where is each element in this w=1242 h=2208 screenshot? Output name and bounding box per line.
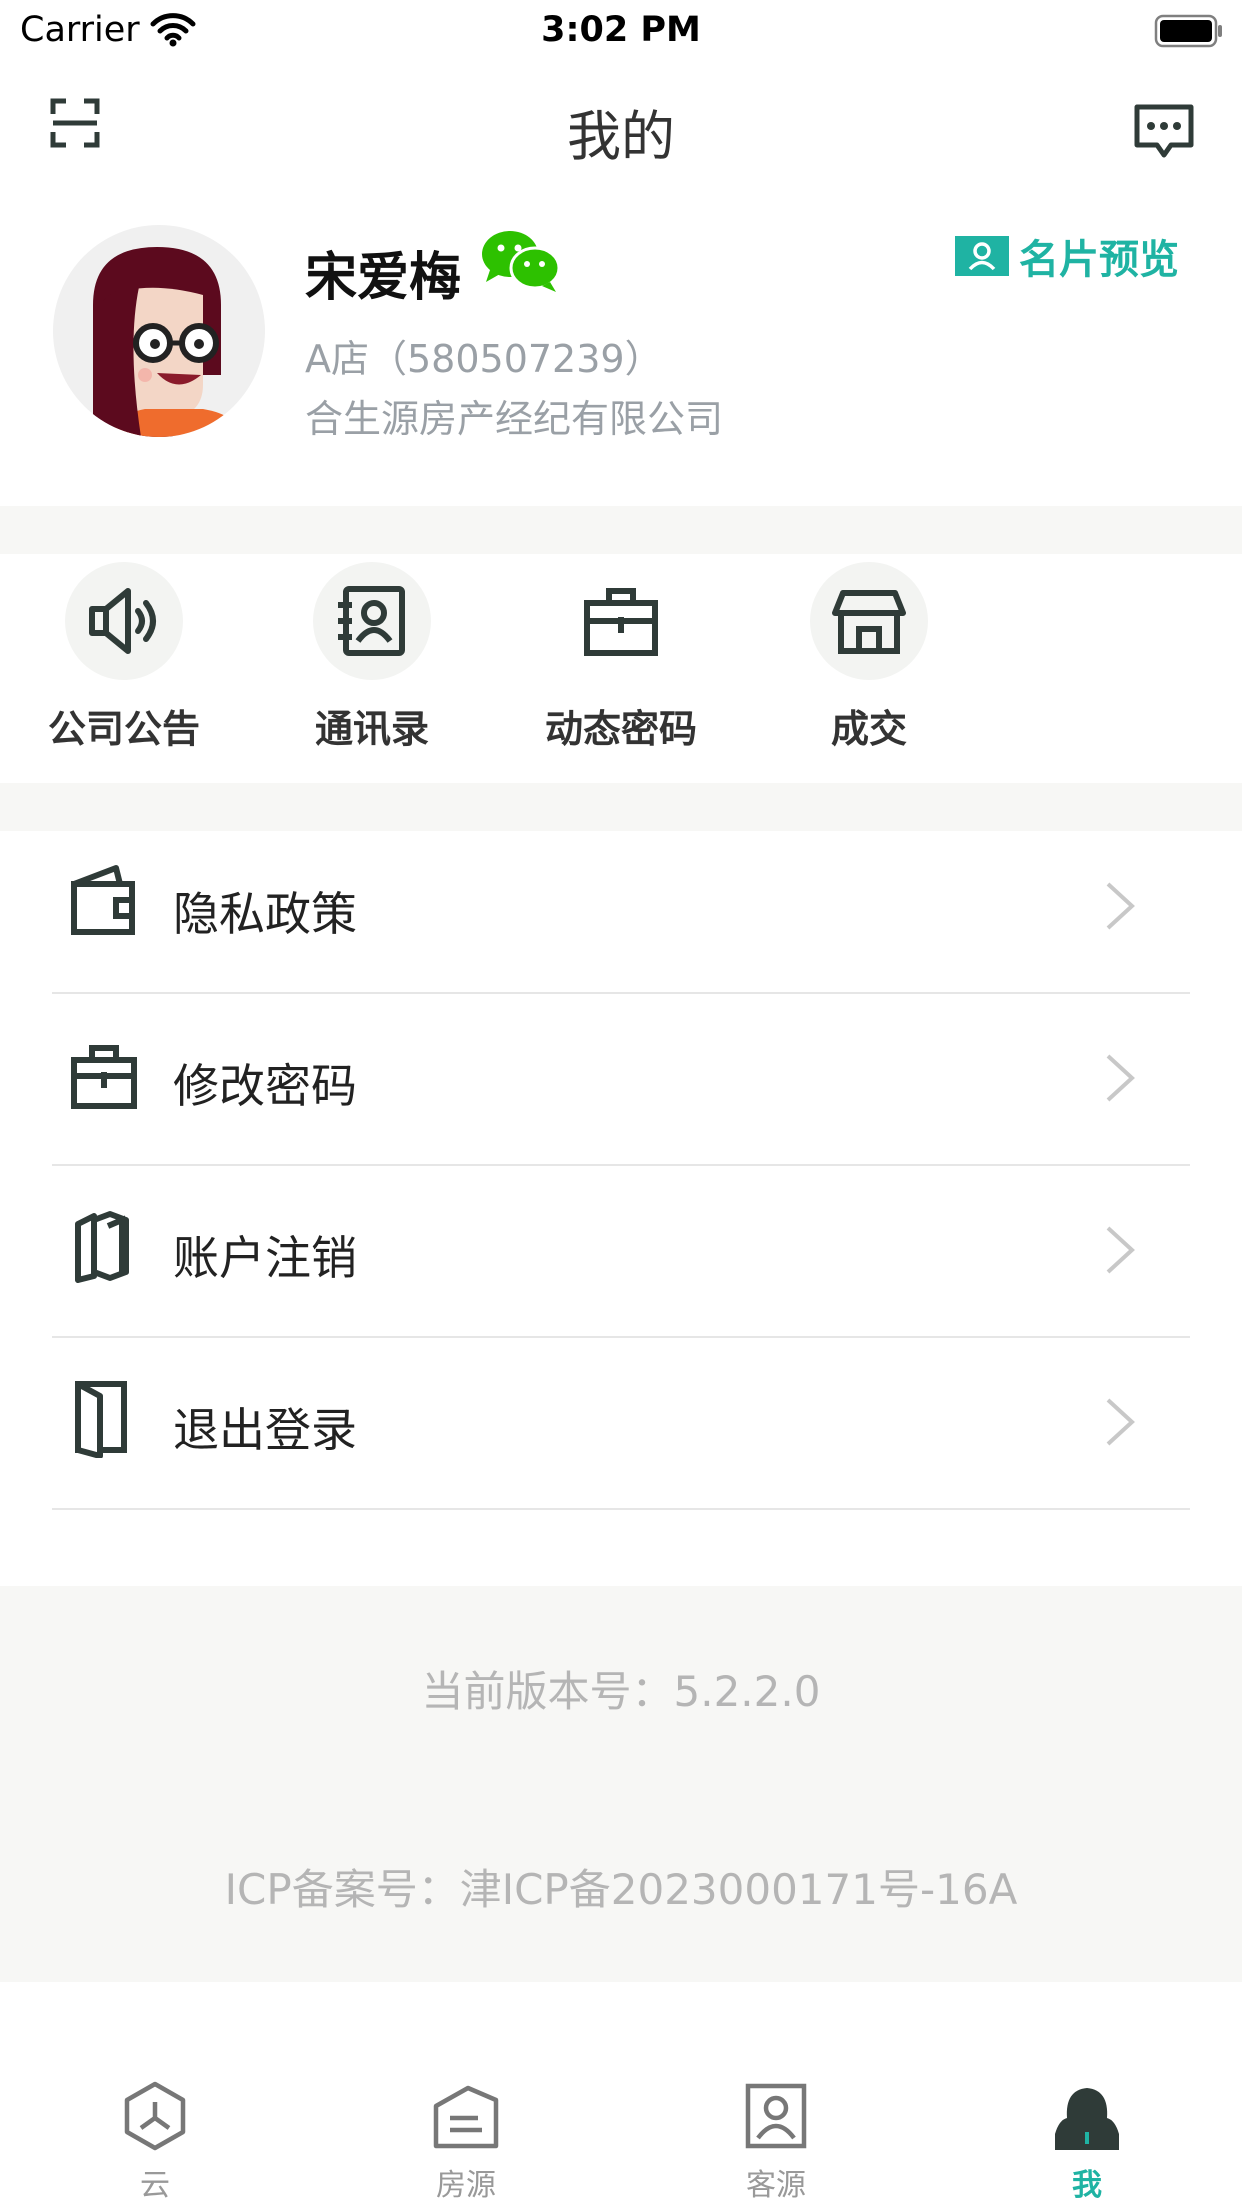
quick-action-icon-wrap xyxy=(562,562,680,680)
menu-item-label: 退出登录 xyxy=(173,1403,357,1457)
company-name: 合生源房产经纪有限公司 xyxy=(305,397,724,441)
tab-listings[interactable]: 房源 xyxy=(386,2080,546,2204)
wechat-icon xyxy=(482,231,561,292)
quick-action-icon-wrap xyxy=(65,562,183,680)
store-icon xyxy=(832,590,906,654)
chevron-right-icon xyxy=(1106,882,1135,930)
chevron-right-icon xyxy=(1106,1226,1135,1274)
tab-label: 我 xyxy=(1072,2168,1102,2203)
quick-action-dynamic-password[interactable]: 动态密码 xyxy=(501,562,741,753)
quick-action-icon-wrap xyxy=(313,562,431,680)
quick-action-contacts[interactable]: 通讯录 xyxy=(252,562,492,753)
status-bar: Carrier 3:02 PM xyxy=(0,0,1242,62)
store-info: A店（580507239） xyxy=(305,337,663,381)
tab-label: 云 xyxy=(140,2168,170,2203)
quick-action-announcements[interactable]: 公司公告 xyxy=(4,562,244,753)
menu-item-logout[interactable]: 退出登录 xyxy=(52,1338,1190,1510)
tab-label: 客源 xyxy=(746,2168,806,2203)
business-card-preview-button[interactable]: 名片预览 xyxy=(955,230,1179,283)
cards-icon xyxy=(75,1211,129,1283)
briefcase-icon xyxy=(71,1045,137,1109)
business-card-preview-label: 名片预览 xyxy=(1019,237,1179,283)
menu-item-privacy-policy[interactable]: 隐私政策 xyxy=(52,822,1190,994)
menu-item-label: 账户注销 xyxy=(173,1231,357,1285)
clock: 3:02 PM xyxy=(541,10,701,50)
speaker-icon xyxy=(89,588,156,654)
quick-action-deals[interactable]: 成交 xyxy=(749,562,989,753)
quick-action-icon-wrap xyxy=(810,562,928,680)
chevron-right-icon xyxy=(1106,1054,1135,1102)
tab-clients[interactable]: 客源 xyxy=(696,2080,856,2204)
user-name: 宋爱梅 xyxy=(305,248,462,308)
section-divider xyxy=(0,506,1242,554)
avatar-illustration xyxy=(93,247,239,437)
icp-record-text: ICP备案号：津ICP备2023000171号-16A xyxy=(224,1865,1018,1914)
tab-cloud[interactable]: 云 xyxy=(75,2080,235,2204)
profile-page: Carrier 3:02 PM 我的 宋爱梅 名片预览 A店（580507239… xyxy=(0,0,1242,2208)
message-icon[interactable] xyxy=(1133,103,1195,161)
quick-action-label: 公司公告 xyxy=(47,707,200,751)
quick-action-label: 通讯录 xyxy=(314,707,429,751)
quick-action-label: 动态密码 xyxy=(544,707,697,751)
contacts-icon xyxy=(338,586,405,656)
battery-icon xyxy=(1154,14,1222,48)
menu-item-label: 隐私政策 xyxy=(173,887,357,941)
cloud-hex-icon xyxy=(124,2081,186,2151)
wallet-icon xyxy=(71,865,135,935)
id-card-icon xyxy=(955,236,1009,276)
client-icon xyxy=(745,2083,807,2149)
footer-info-panel xyxy=(0,1586,1242,1982)
house-doc-icon xyxy=(433,2085,499,2149)
version-text: 当前版本号：5.2.2.0 xyxy=(421,1667,821,1716)
avatar[interactable] xyxy=(53,225,265,437)
menu-item-account-cancellation[interactable]: 账户注销 xyxy=(52,1166,1190,1338)
tab-me[interactable]: 我 xyxy=(1007,2080,1167,2204)
page-title: 我的 xyxy=(567,105,675,168)
briefcase-icon xyxy=(584,588,658,656)
tab-label: 房源 xyxy=(436,2168,496,2203)
menu-item-change-password[interactable]: 修改密码 xyxy=(52,994,1190,1166)
menu-item-label: 修改密码 xyxy=(173,1059,357,1113)
door-icon xyxy=(75,1381,127,1458)
quick-action-label: 成交 xyxy=(830,707,907,751)
chevron-right-icon xyxy=(1106,1398,1135,1446)
person-icon xyxy=(1055,2088,1119,2150)
